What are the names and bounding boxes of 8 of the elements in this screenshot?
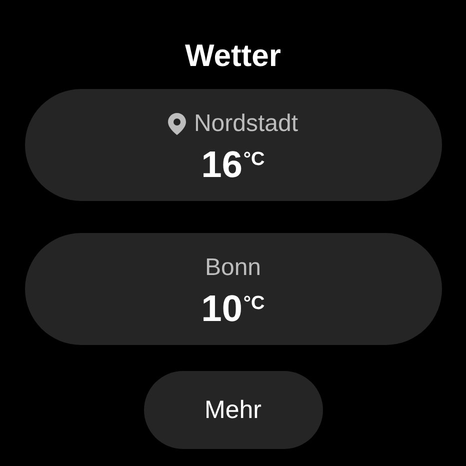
temperature-value: 10 [201, 289, 242, 329]
more-button[interactable]: Mehr [144, 371, 322, 449]
screen-title: Wetter [185, 38, 281, 74]
temperature-unit: °C [243, 149, 265, 171]
temperature-value: 16 [201, 145, 242, 185]
temperature-unit: °C [243, 293, 265, 315]
location-name: Bonn [204, 254, 262, 282]
location-name: Nordstadt [194, 110, 298, 138]
